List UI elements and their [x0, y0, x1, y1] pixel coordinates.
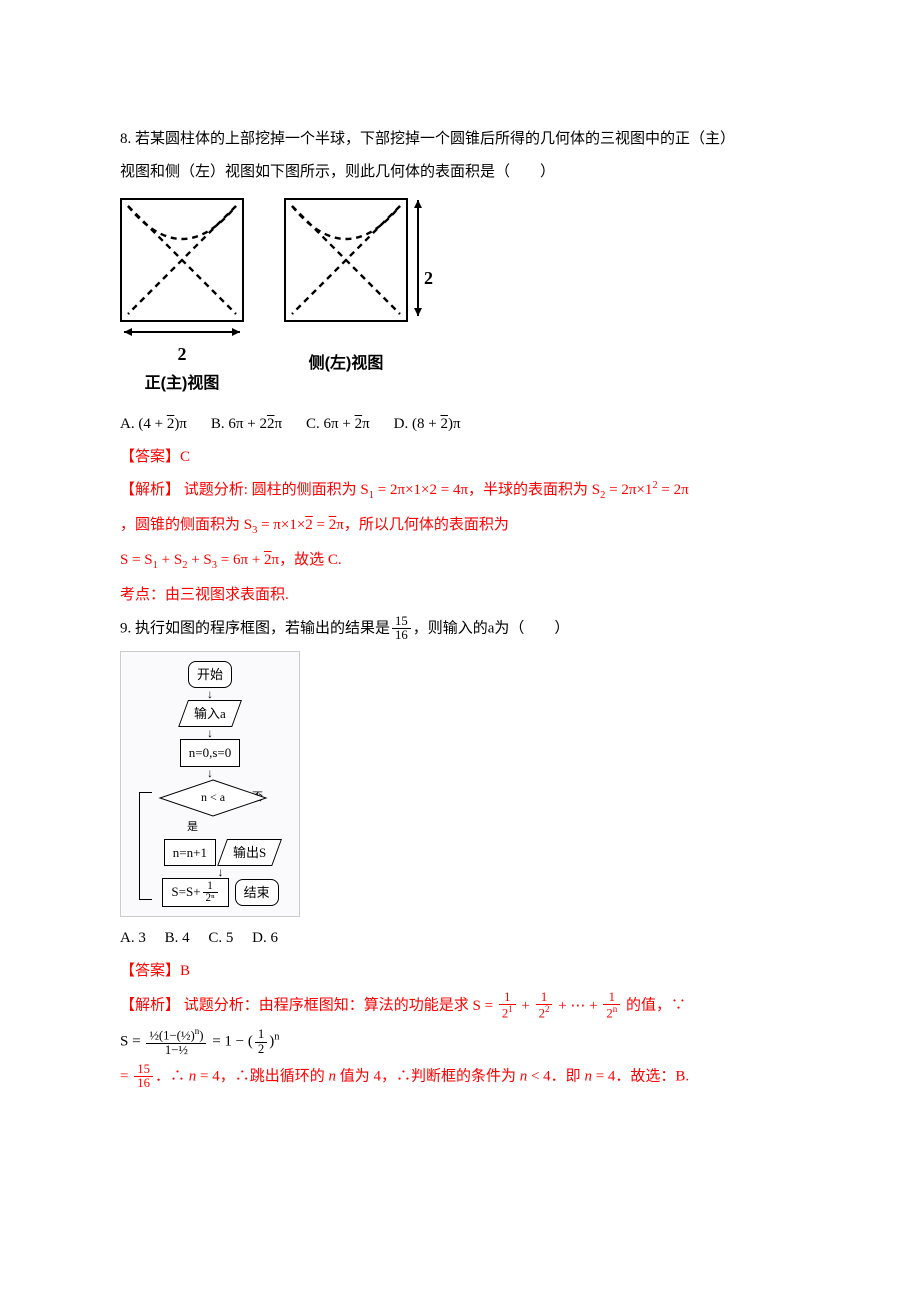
q8-text1: 若某圆柱体的上部挖掉一个半球，下部挖掉一个圆锥后所得的几何体的三视图中的正（主） [135, 131, 735, 147]
fc-arrow-icon: ↓ [207, 689, 213, 699]
analysis-label: 【解析】 [120, 998, 180, 1014]
q9-frac: 1516 [392, 615, 411, 643]
q9-answer-line: 【答案】B [120, 958, 800, 985]
fc-loop-line [139, 792, 152, 900]
fc-arrow-icon: ↓ [218, 867, 224, 877]
q9-choices: A. 3 B. 4 C. 5 D. 6 [120, 925, 800, 952]
fc-cond: n < a [178, 786, 248, 810]
q9-analysis-line3: = 1516．∴ n = 4，∴跳出循环的 n 值为 4，∴判断框的条件为 n … [120, 1063, 800, 1091]
fc-arrow-icon: ↓ [207, 768, 213, 778]
q8-answer-line: 【答案】C [120, 444, 800, 471]
fc-arrow-icon: ↓ [207, 728, 213, 738]
analysis-label: 【解析】 [120, 482, 180, 498]
q8-topic: 考点：由三视图求表面积. [120, 582, 800, 609]
side-height-arrow [412, 198, 424, 318]
q9-choice-c: C. 5 [208, 930, 233, 946]
fc-yes-label: 是 [187, 818, 198, 838]
side-view-box [284, 198, 408, 322]
front-view-label: 正(主)视图 [145, 370, 220, 399]
q9-text: 执行如图的程序框图，若输出的结果是 [135, 620, 390, 636]
q9-analysis-line2: S = ½(1−(½)n)1−½ = 1 − (12)n [120, 1027, 800, 1057]
q9-stem: 9. 执行如图的程序框图，若输出的结果是1516，则输入的a为（ ） [120, 615, 800, 643]
q9-text2: ，则输入的a为（ ） [413, 620, 570, 636]
q8-figure-row: 2 正(主)视图 侧(左)视图 2 [120, 198, 800, 399]
fc-start: 开始 [188, 661, 232, 688]
fc-input: 输入a [178, 700, 242, 727]
fc-step2: S=S+12ⁿ [162, 878, 228, 907]
q9-answer: B [180, 963, 190, 979]
q9-choice-d: D. 6 [252, 930, 278, 946]
q8-stem-line1: 8. 若某圆柱体的上部挖掉一个半球，下部挖掉一个圆锥后所得的几何体的三视图中的正… [120, 126, 800, 153]
q9-number: 9. [120, 620, 131, 636]
q8-stem-line2: 视图和侧（左）视图如下图所示，则此几何体的表面积是（ ） [120, 159, 800, 186]
q9-choice-a: A. 3 [120, 930, 146, 946]
q8-analysis-line3: S = S1 + S2 + S3 = 6π + 2π，故选 C. [120, 547, 800, 576]
side-view-label: 侧(左)视图 [309, 350, 384, 379]
fc-end: 结束 [235, 879, 279, 906]
q8-side-view-container: 侧(左)视图 2 [284, 198, 433, 399]
q8-number: 8. [120, 131, 131, 147]
q9-choice-b: B. 4 [165, 930, 190, 946]
q8-analysis-line1: 【解析】 试题分析: 圆柱的侧面积为 S1 = 2π×1×2 = 4π，半球的表… [120, 477, 800, 506]
front-width-arrow [122, 326, 242, 338]
q8-side-view: 侧(左)视图 [284, 198, 408, 399]
q8-answer: C [180, 449, 190, 465]
q8-choices: A. (4 + 2)π B. 6π + 22π C. 6π + 2π D. (8… [120, 411, 800, 438]
q8-choice-b: B. 6π + 22π [211, 411, 282, 438]
q8-choice-a: A. (4 + 2)π [120, 411, 187, 438]
q8-front-view: 2 正(主)视图 [120, 198, 244, 399]
q9-series-formula: S = 121 + 122 + ⋯ + 12n [473, 998, 623, 1014]
side-height-value: 2 [424, 262, 433, 294]
answer-label: 【答案】 [120, 449, 180, 465]
fc-init: n=0,s=0 [180, 739, 240, 766]
q9-flowchart: 开始 ↓ 输入a ↓ n=0,s=0 ↓ n < a 否 是 n=n+1 输出S… [120, 651, 300, 917]
fc-step1: n=n+1 [164, 839, 216, 866]
q9-analysis-line1: 【解析】 试题分析：由程序框图知：算法的功能是求 S = 121 + 122 +… [120, 991, 800, 1021]
q8-choice-d: D. (8 + 2)π [394, 411, 461, 438]
q8-analysis-line2: ，圆锥的侧面积为 S3 = π×1×2 = 2π，所以几何体的表面积为 [120, 512, 800, 541]
q8-choice-c: C. 6π + 2π [306, 411, 370, 438]
front-view-box [120, 198, 244, 322]
fc-output: 输出S [217, 839, 282, 866]
answer-label: 【答案】 [120, 963, 180, 979]
front-width-value: 2 [178, 338, 187, 370]
